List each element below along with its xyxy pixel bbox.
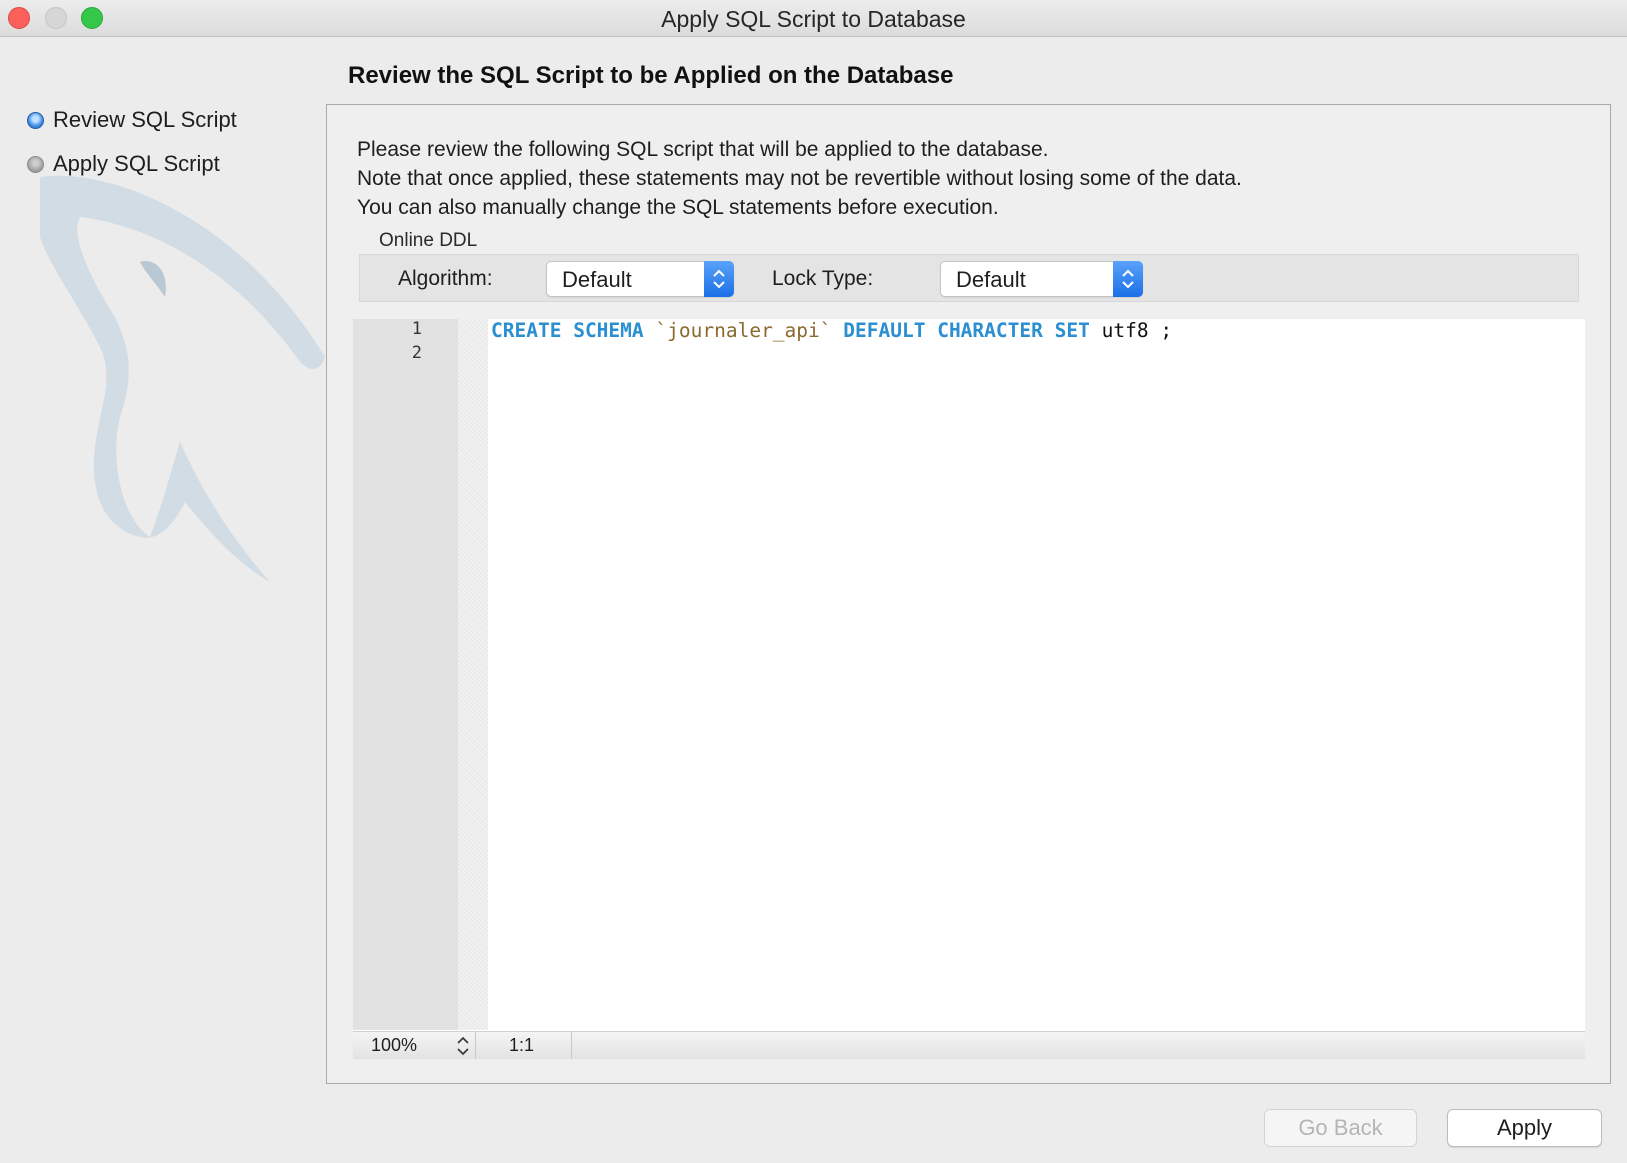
algorithm-label: Algorithm: [398, 267, 493, 290]
sql-keyword: SCHEMA [573, 319, 644, 342]
mysql-dolphin-watermark-icon [40, 175, 325, 582]
step-label: Apply SQL Script [53, 151, 220, 176]
step-pending-indicator-icon [27, 155, 44, 173]
apply-button[interactable]: Apply [1447, 1109, 1602, 1147]
go-back-button[interactable]: Go Back [1264, 1109, 1417, 1147]
lock-type-select[interactable]: Default [940, 261, 1143, 297]
description-line: Please review the following SQL script t… [357, 138, 1049, 161]
zoom-level: 100% [371, 1035, 418, 1055]
online-ddl-label: Online DDL [379, 230, 478, 251]
chevron-up-down-icon [1113, 261, 1143, 297]
sql-keyword: CHARACTER [937, 319, 1043, 342]
line-number: 2 [411, 343, 422, 363]
step-review-sql-script: Review SQL Script [27, 107, 237, 133]
chevron-up-down-icon [704, 261, 734, 297]
title-bar: Apply SQL Script to Database [0, 0, 1627, 37]
review-panel: Please review the following SQL script t… [326, 104, 1611, 1084]
step-apply-sql-script: Apply SQL Script [27, 151, 220, 177]
sql-editor[interactable]: 1 2 CREATE SCHEMA `journaler_api` DEFAUL… [353, 319, 1585, 1059]
description-line: Note that once applied, these statements… [357, 167, 1242, 190]
online-ddl-group: Algorithm: Default Lock Type: Default [359, 254, 1579, 302]
description: Please review the following SQL script t… [357, 135, 1242, 222]
window-title: Apply SQL Script to Database [661, 6, 966, 32]
cursor-position: 1:1 [509, 1035, 535, 1055]
line-number: 1 [411, 319, 422, 339]
lock-type-select-value: Default [956, 267, 1026, 292]
status-separator [571, 1032, 572, 1059]
line-number-gutter: 1 2 [353, 319, 458, 1030]
algorithm-select-value: Default [562, 267, 632, 292]
sql-keyword: DEFAULT [843, 319, 926, 342]
sql-identifier: `journaler_api` [655, 319, 832, 342]
algorithm-select[interactable]: Default [546, 261, 734, 297]
wizard-sidebar: Review SQL Script Apply SQL Script [0, 37, 325, 1057]
editor-status-bar: 100% 1:1 [353, 1031, 1585, 1059]
sql-code-line[interactable]: CREATE SCHEMA `journaler_api` DEFAULT CH… [491, 319, 1172, 342]
sql-keyword: CREATE [491, 319, 562, 342]
zoom-stepper-icon[interactable] [457, 1034, 469, 1063]
sql-terminator: ; [1160, 319, 1173, 342]
step-active-indicator-icon [27, 111, 44, 129]
page-heading: Review the SQL Script to be Applied on t… [348, 62, 954, 89]
lock-type-label: Lock Type: [772, 267, 874, 290]
sql-keyword: SET [1054, 319, 1090, 342]
fold-margin [458, 319, 488, 1030]
status-separator [475, 1032, 476, 1059]
description-line: You can also manually change the SQL sta… [357, 196, 999, 219]
step-label: Review SQL Script [53, 107, 237, 132]
sql-charset: utf8 [1101, 319, 1149, 342]
